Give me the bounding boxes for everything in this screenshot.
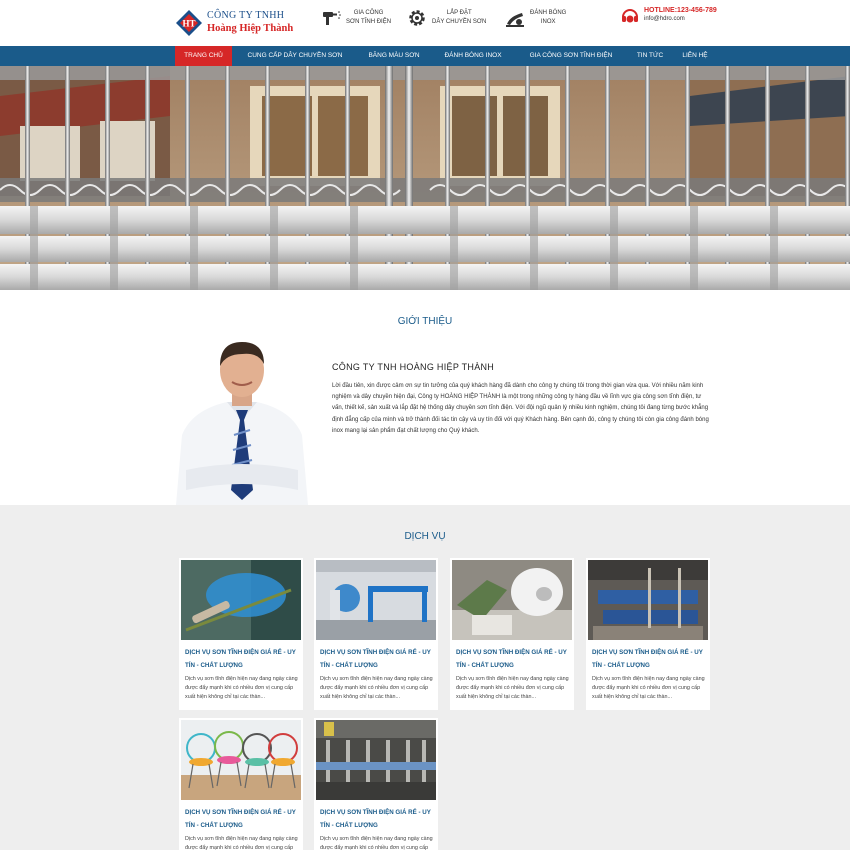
intro-paragraph: Lời đầu tiên, xin được cảm ơn sự tin tưở… bbox=[332, 383, 709, 434]
email-link[interactable]: info@hdro.com bbox=[644, 15, 717, 24]
main-nav: TRANG CHỦ CUNG CẤP DÂY CHUYỀN SƠN BĂNG M… bbox=[0, 46, 850, 66]
logo-line1: CÔNG TY TNHH bbox=[207, 10, 285, 22]
service-thumb-spray-painting bbox=[181, 560, 301, 640]
hotline-number[interactable]: HOTLINE:123-456-789 bbox=[644, 6, 717, 15]
hero-banner bbox=[0, 66, 850, 290]
logo-line2: Hoàng Hiệp Thành bbox=[207, 23, 294, 35]
service-card-title[interactable]: DỊCH VỤ SƠN TĨNH ĐIỆN GIÁ RẺ - UY TÍN - … bbox=[456, 646, 570, 672]
gear-icon bbox=[409, 10, 425, 26]
hotline-box[interactable]: HOTLINE:123-456-789 info@hdro.com bbox=[620, 6, 717, 26]
service-card-title[interactable]: DỊCH VỤ SƠN TĨNH ĐIỆN GIÁ RẺ - UY TÍN - … bbox=[592, 646, 706, 672]
service-card-desc: Dịch vụ sơn tĩnh điện hiện nay đang ngày… bbox=[320, 676, 433, 700]
service-card-title[interactable]: DỊCH VỤ SƠN TĨNH ĐIỆN GIÁ RẺ - UY TÍN - … bbox=[320, 646, 434, 672]
service-card[interactable]: DỊCH VỤ SƠN TĨNH ĐIỆN GIÁ RẺ - UY TÍN - … bbox=[314, 718, 438, 850]
feature-3-line1: ĐÁNH BÓNG bbox=[530, 10, 567, 16]
services-section: DỊCH VỤ DỊCH VỤ SƠN TĨNH ĐIỆN GIÁ RẺ - U… bbox=[0, 505, 850, 850]
nav-item-home[interactable]: TRANG CHỦ bbox=[175, 46, 232, 66]
logo-mark-icon: HT bbox=[176, 10, 202, 36]
feature-2-line2: DÂY CHUYỀN SƠN bbox=[432, 19, 487, 25]
service-card-title[interactable]: DỊCH VỤ SƠN TĨNH ĐIỆN GIÁ RẺ - UY TÍN - … bbox=[320, 806, 434, 832]
service-card-desc: Dịch vụ sơn tĩnh điện hiện nay đang ngày… bbox=[185, 676, 298, 700]
nav-item-powder-coating[interactable]: GIA CÔNG SƠN TĨNH ĐIỆN bbox=[524, 46, 618, 66]
service-card-desc: Dịch vụ sơn tĩnh điện hiện nay đang ngày… bbox=[185, 836, 298, 850]
businessman-photo bbox=[176, 342, 308, 505]
feature-2-line1: LẮP ĐẶT bbox=[446, 10, 472, 16]
spray-gun-icon bbox=[323, 11, 341, 25]
header-feature-powder-coating[interactable]: GIA CÔNG SƠN TĨNH ĐIỆN bbox=[320, 7, 391, 29]
service-thumb-paint-booth bbox=[316, 560, 436, 640]
service-card[interactable]: DỊCH VỤ SƠN TĨNH ĐIỆN GIÁ RẺ - UY TÍN - … bbox=[314, 558, 438, 710]
service-card-desc: Dịch vụ sơn tĩnh điện hiện nay đang ngày… bbox=[456, 676, 569, 700]
company-name: CÔNG TY TNH HOÀNG HIỆP THÀNH bbox=[332, 362, 495, 372]
site-header: HT CÔNG TY TNHH Hoàng Hiệp Thành GIA CÔN… bbox=[0, 0, 850, 46]
nav-item-contact[interactable]: LIÊN HỆ bbox=[678, 46, 712, 66]
feature-1-line1: GIA CÔNG bbox=[353, 10, 384, 16]
service-thumb-polishing-wheel bbox=[452, 560, 572, 640]
service-card-title[interactable]: DỊCH VỤ SƠN TĨNH ĐIỆN GIÁ RẺ - UY TÍN - … bbox=[185, 646, 299, 672]
service-thumb-coating-conveyor bbox=[316, 720, 436, 800]
service-card-desc: Dịch vụ sơn tĩnh điện hiện nay đang ngày… bbox=[592, 676, 705, 700]
service-card[interactable]: DỊCH VỤ SƠN TĨNH ĐIỆN GIÁ RẺ - UY TÍN - … bbox=[586, 558, 710, 710]
intro-section-title: GIỚI THIỆU bbox=[397, 316, 453, 327]
service-card[interactable]: DỊCH VỤ SƠN TĨNH ĐIỆN GIÁ RẺ - UY TÍN - … bbox=[179, 718, 303, 850]
svg-text:HT: HT bbox=[182, 19, 195, 29]
service-card-title[interactable]: DỊCH VỤ SƠN TĨNH ĐIỆN GIÁ RẺ - UY TÍN - … bbox=[185, 806, 299, 832]
nav-item-paint-line[interactable]: CUNG CẤP DÂY CHUYỀN SƠN bbox=[244, 46, 346, 66]
services-section-title: DỊCH VỤ bbox=[404, 531, 446, 542]
headset-icon bbox=[622, 9, 638, 23]
polishing-icon bbox=[506, 13, 524, 27]
feature-3-line2: INOX bbox=[540, 19, 556, 25]
banner-gate-image bbox=[0, 66, 850, 290]
feature-1-line2: SƠN TĨNH ĐIỆN bbox=[346, 19, 392, 25]
service-thumb-factory-line bbox=[588, 560, 708, 640]
nav-item-color-chart[interactable]: BĂNG MÀU SƠN bbox=[362, 46, 426, 66]
nav-item-news[interactable]: TIN TỨC bbox=[632, 46, 668, 66]
header-feature-paint-line[interactable]: LẮP ĐẶT DÂY CHUYỀN SƠN bbox=[406, 7, 486, 29]
service-thumb-wire-chairs bbox=[181, 720, 301, 800]
service-card[interactable]: DỊCH VỤ SƠN TĨNH ĐIỆN GIÁ RẺ - UY TÍN - … bbox=[179, 558, 303, 710]
nav-item-polishing[interactable]: ĐÁNH BÓNG INOX bbox=[440, 46, 506, 66]
service-card[interactable]: DỊCH VỤ SƠN TĨNH ĐIỆN GIÁ RẺ - UY TÍN - … bbox=[450, 558, 574, 710]
header-feature-polishing[interactable]: ĐÁNH BÓNG INOX bbox=[504, 7, 566, 29]
service-card-desc: Dịch vụ sơn tĩnh điện hiện nay đang ngày… bbox=[320, 836, 433, 850]
company-logo[interactable]: HT CÔNG TY TNHH Hoàng Hiệp Thành bbox=[175, 5, 305, 41]
